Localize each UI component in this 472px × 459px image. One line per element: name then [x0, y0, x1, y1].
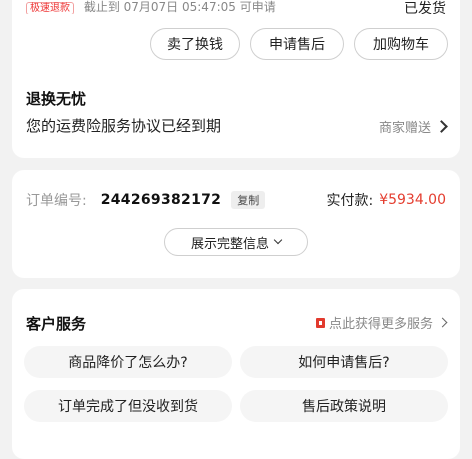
apply-after-sales-button[interactable]: 申请售后: [250, 28, 344, 60]
paid-label: 实付款:: [326, 193, 374, 209]
clipped-status-line: 极速退款 截止到 07月07日 05:47:05 可申请 已发货: [26, 0, 446, 14]
chevron-right-icon: [435, 120, 448, 133]
order-number-row: 订单编号: 244269382172 复制 实付款: ¥5934.00: [26, 190, 446, 210]
more-services-label: 点此获得更多服务: [328, 317, 433, 332]
after-sales-card: 极速退款 截止到 07月07日 05:47:05 可申请 已发货 卖了换钱 申请…: [12, 0, 460, 158]
merchant-gift-link[interactable]: 商家赠送: [378, 117, 448, 136]
paid-amount: ¥5934.00: [379, 192, 446, 208]
service-tag-icon: [315, 317, 325, 328]
show-full-info-label: 展示完整信息: [190, 236, 269, 252]
freight-insurance-desc: 您的运费险服务协议已经到期: [26, 117, 222, 135]
faq-price-drop[interactable]: 商品降价了怎么办?: [24, 346, 232, 378]
sell-for-cash-button[interactable]: 卖了换钱: [150, 28, 240, 60]
customer-service-card: 客户服务 点此获得更多服务 商品降价了怎么办? 如何申请售后? 订单完成了但没收…: [12, 289, 460, 459]
faq-not-received[interactable]: 订单完成了但没收到货: [24, 390, 232, 422]
customer-service-title: 客户服务: [26, 315, 87, 333]
merchant-gift-label: 商家赠送: [378, 121, 431, 136]
add-to-cart-button[interactable]: 加购物车: [354, 28, 448, 60]
action-buttons: 卖了换钱 申请售后 加购物车: [150, 28, 448, 60]
chevron-down-icon: [273, 235, 283, 245]
faq-after-sales-policy[interactable]: 售后政策说明: [240, 390, 448, 422]
faq-how-to-apply[interactable]: 如何申请售后?: [240, 346, 448, 378]
return-worry-free-title: 退换无忧: [26, 90, 87, 108]
clipped-status-right: 已发货: [404, 1, 446, 14]
copy-button[interactable]: 复制: [231, 191, 266, 209]
order-number: 244269382172: [100, 192, 222, 208]
order-info-card: 订单编号: 244269382172 复制 实付款: ¥5934.00 展示完整…: [12, 170, 460, 278]
order-number-label: 订单编号:: [26, 193, 87, 209]
more-services-link[interactable]: 点此获得更多服务: [315, 313, 448, 332]
show-full-info-button[interactable]: 展示完整信息: [164, 228, 308, 256]
chevron-right-icon: [437, 317, 448, 328]
clipped-status-text: 截止到 07月07日 05:47:05 可申请: [83, 0, 276, 14]
fast-refund-tag: 极速退款: [26, 2, 74, 14]
